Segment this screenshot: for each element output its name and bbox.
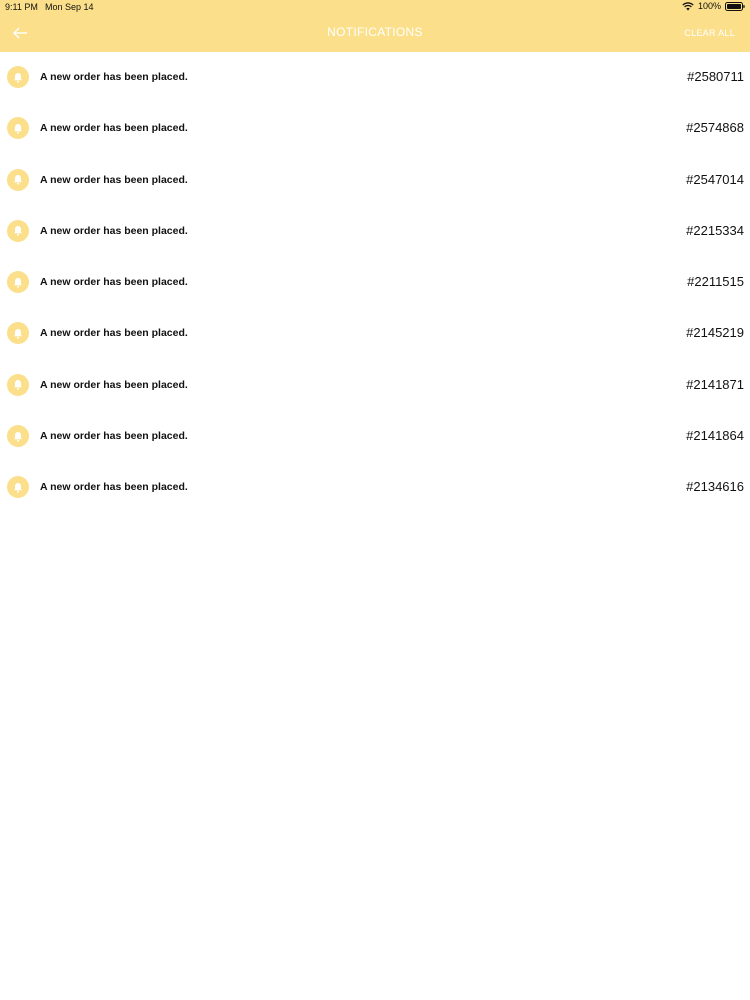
order-id: #2580711 <box>687 69 744 84</box>
order-id: #2145219 <box>686 325 744 341</box>
battery-percent: 100% <box>697 1 721 11</box>
bell-icon <box>7 219 29 242</box>
battery-icon <box>725 1 745 11</box>
notification-message: A new order has been placed. <box>40 378 188 391</box>
bell-icon <box>7 476 29 499</box>
notification-message: A new order has been placed. <box>40 430 188 443</box>
notification-item[interactable]: A new order has been placed. #2547014 <box>0 155 750 206</box>
notification-item[interactable]: A new order has been placed. #2574868 <box>0 103 750 154</box>
bell-icon <box>7 168 29 191</box>
notification-message: A new order has been placed. <box>40 481 188 494</box>
order-id: #2211515 <box>687 274 744 290</box>
status-bar: 9:11 PM Mon Sep 14 100% <box>0 0 750 15</box>
notification-item[interactable]: A new order has been placed. #2145219 <box>0 308 750 359</box>
bell-icon <box>7 373 29 396</box>
status-time: 9:11 PM <box>5 2 38 12</box>
notification-item[interactable]: A new order has been placed. #2580711 <box>0 52 750 103</box>
page-title: NOTIFICATIONS <box>327 25 423 39</box>
order-id: #2547014 <box>686 171 744 187</box>
notification-item[interactable]: A new order has been placed. #2141871 <box>0 360 750 411</box>
bell-icon <box>7 271 29 294</box>
notification-message: A new order has been placed. <box>40 224 188 237</box>
notification-message: A new order has been placed. <box>40 276 188 289</box>
notification-message: A new order has been placed. <box>40 173 188 186</box>
notification-item[interactable]: A new order has been placed. #2134616 <box>0 462 750 513</box>
bell-icon <box>7 66 29 88</box>
order-id: #2141864 <box>686 428 744 444</box>
order-id: #2141871 <box>686 376 744 392</box>
order-id: #2134616 <box>686 479 744 495</box>
notification-message: A new order has been placed. <box>40 122 188 135</box>
notification-item[interactable]: A new order has been placed. #2215334 <box>0 206 750 257</box>
notification-message: A new order has been placed. <box>40 71 188 83</box>
order-id: #2215334 <box>686 222 744 238</box>
status-date: Mon Sep 14 <box>45 2 94 12</box>
order-id: #2574868 <box>686 120 744 136</box>
notification-item[interactable]: A new order has been placed. #2211515 <box>0 257 750 308</box>
notification-message: A new order has been placed. <box>40 327 188 340</box>
wifi-icon <box>682 1 694 11</box>
bell-icon <box>7 117 29 140</box>
clear-all-button[interactable]: CLEAR ALL <box>684 28 735 38</box>
bell-icon <box>7 425 29 448</box>
top-bar: 9:11 PM Mon Sep 14 100% NOTIFICATIONS CL… <box>0 0 750 52</box>
notification-list: A new order has been placed. #2580711 A … <box>0 52 750 514</box>
status-indicators: 100% <box>682 1 745 11</box>
bell-icon <box>7 322 29 345</box>
navigation-bar: NOTIFICATIONS CLEAR ALL <box>0 15 750 52</box>
notification-item[interactable]: A new order has been placed. #2141864 <box>0 411 750 462</box>
